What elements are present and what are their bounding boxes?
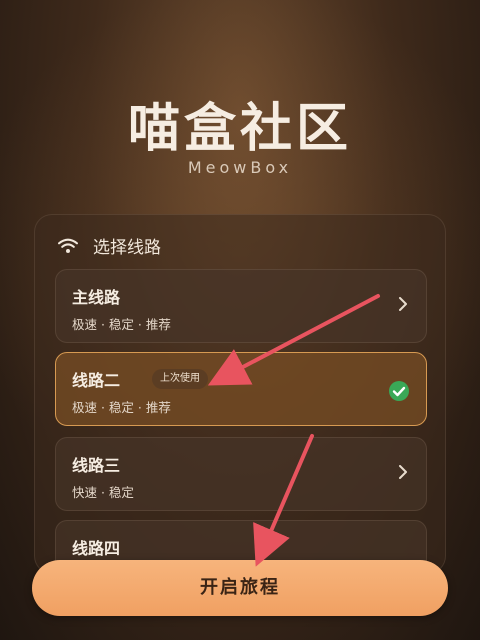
route-name: 主线路 [72,288,121,307]
route-desc: 极速 · 稳定 · 推荐 [72,317,171,332]
route-picker-title: 选择线路 [93,238,161,258]
route-item-three[interactable]: 线路三 快速 · 稳定 [55,437,427,511]
route-name: 线路三 [72,456,121,475]
app-title: 喵盒社区 [127,99,352,159]
wifi-icon [58,238,78,253]
chevron-right-icon [399,297,407,311]
start-journey-button[interactable]: 开启旅程 [32,560,448,616]
check-circle-icon [389,381,409,401]
last-used-badge: 上次使用 [152,369,208,389]
route-name: 线路四 [72,539,121,558]
app-subtitle: MeowBox [187,158,293,177]
route-name: 线路二 [72,371,121,390]
route-desc: 快速 · 稳定 [72,485,134,500]
chevron-right-icon [399,465,407,479]
route-desc: 极速 · 稳定 · 推荐 [72,400,171,415]
route-picker-panel: 选择线路 主线路 极速 · 稳定 · 推荐 线路二 上次使用 极速 · 稳定 ·… [34,214,446,574]
route-item-main[interactable]: 主线路 极速 · 稳定 · 推荐 [55,269,427,343]
route-item-two[interactable]: 线路二 上次使用 极速 · 稳定 · 推荐 [55,352,427,426]
route-picker-header: 选择线路 [57,233,161,258]
